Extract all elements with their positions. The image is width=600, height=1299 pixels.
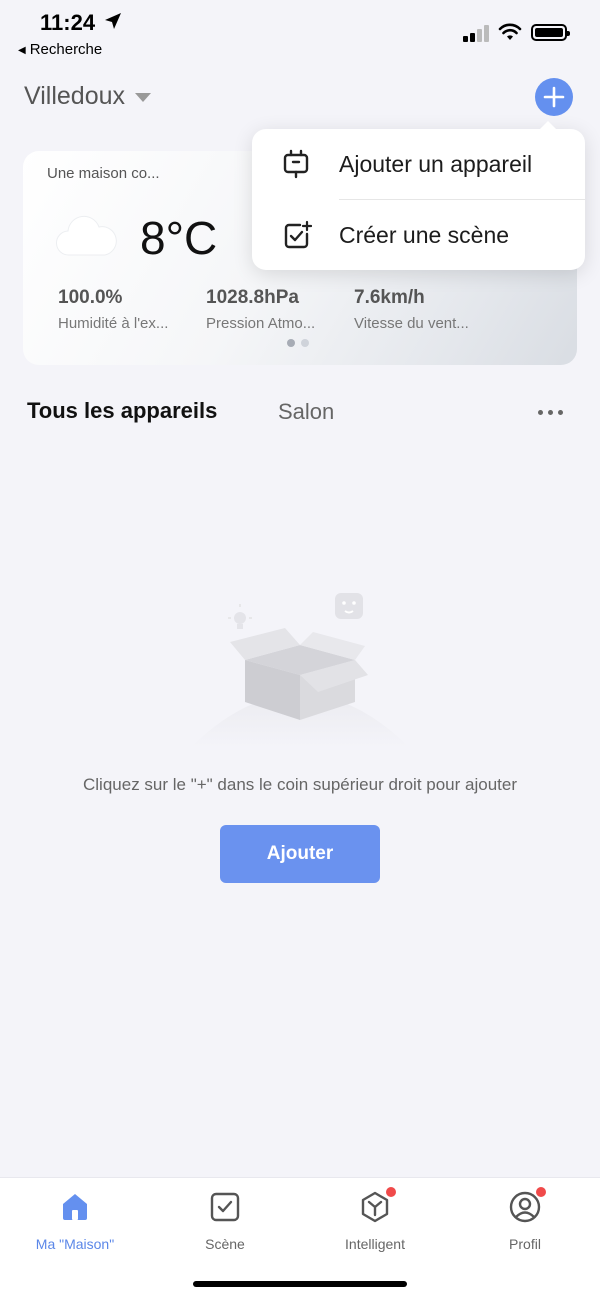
back-label: Recherche [29, 41, 103, 58]
nav-label: Scène [205, 1236, 245, 1252]
home-indicator [193, 1281, 407, 1287]
menu-item-add-device[interactable]: Ajouter un appareil [252, 129, 585, 199]
dot [538, 409, 543, 415]
tab-all-devices[interactable]: Tous les appareils [27, 398, 217, 424]
stat-humidity: 100.0% Humidité à l'ex... [58, 287, 168, 332]
cloud-icon [56, 215, 117, 256]
caret-down-icon [135, 93, 152, 102]
back-to-search-link[interactable]: ◀ Recherche [18, 41, 102, 58]
nav-item-smart[interactable]: Intelligent [300, 1187, 450, 1252]
empty-box-illustration [190, 593, 410, 748]
carousel-dots [287, 339, 309, 347]
stat-label: Pression Atmo... [206, 315, 316, 332]
menu-item-label: Ajouter un appareil [339, 150, 533, 177]
add-menu-popup: Ajouter un appareil Créer une scène [252, 121, 585, 270]
notification-badge [536, 1187, 546, 1197]
stat-value: 1028.8hPa [206, 287, 299, 308]
back-triangle-icon: ◀ [18, 45, 26, 56]
weather-card-title: Une maison co... [47, 165, 160, 182]
add-device-button[interactable]: Ajouter [220, 825, 380, 883]
temperature: 8°C [140, 212, 218, 264]
cellular-signal-icon [463, 24, 491, 42]
stat-wind: 7.6km/h Vitesse du vent... [354, 287, 469, 332]
nav-item-home[interactable]: Ma "Maison" [0, 1190, 150, 1252]
status-time: 11:24 [40, 10, 96, 35]
battery-icon [531, 24, 570, 41]
add-button[interactable] [535, 78, 573, 116]
stat-value: 7.6km/h [354, 287, 425, 308]
dot [548, 409, 553, 415]
home-icon [63, 1194, 87, 1220]
location-arrow-icon [105, 13, 121, 29]
status-bar: 11:24 ◀ Recherche [0, 0, 600, 64]
device-add-icon [283, 149, 309, 179]
menu-item-create-scene[interactable]: Créer une scène [252, 200, 585, 270]
stat-pressure: 1028.8hPa Pression Atmo... [206, 287, 315, 332]
empty-state-message: Cliquez sur le "+" dans le coin supérieu… [83, 775, 517, 794]
home-name: Villedoux [24, 82, 126, 110]
stat-label: Humidité à l'ex... [58, 315, 169, 332]
home-selector[interactable]: Villedoux [24, 82, 152, 111]
wifi-icon [498, 23, 522, 40]
dot [558, 409, 563, 415]
scene-icon [210, 1192, 240, 1222]
notification-badge [386, 1187, 396, 1197]
more-options-button[interactable] [538, 402, 568, 422]
menu-item-label: Créer une scène [339, 221, 510, 248]
stat-value: 100.0% [58, 287, 123, 308]
carousel-dot [287, 339, 295, 347]
scene-add-icon [284, 220, 312, 249]
plus-icon [543, 86, 565, 108]
nav-label: Profil [509, 1236, 541, 1252]
nav-label: Ma "Maison" [35, 1236, 115, 1252]
stat-label: Vitesse du vent... [354, 315, 469, 332]
tab-salon[interactable]: Salon [278, 399, 334, 425]
nav-item-scene[interactable]: Scène [150, 1190, 300, 1252]
carousel-dot [301, 339, 309, 347]
nav-item-profile[interactable]: Profil [450, 1187, 600, 1252]
nav-label: Intelligent [345, 1236, 405, 1252]
